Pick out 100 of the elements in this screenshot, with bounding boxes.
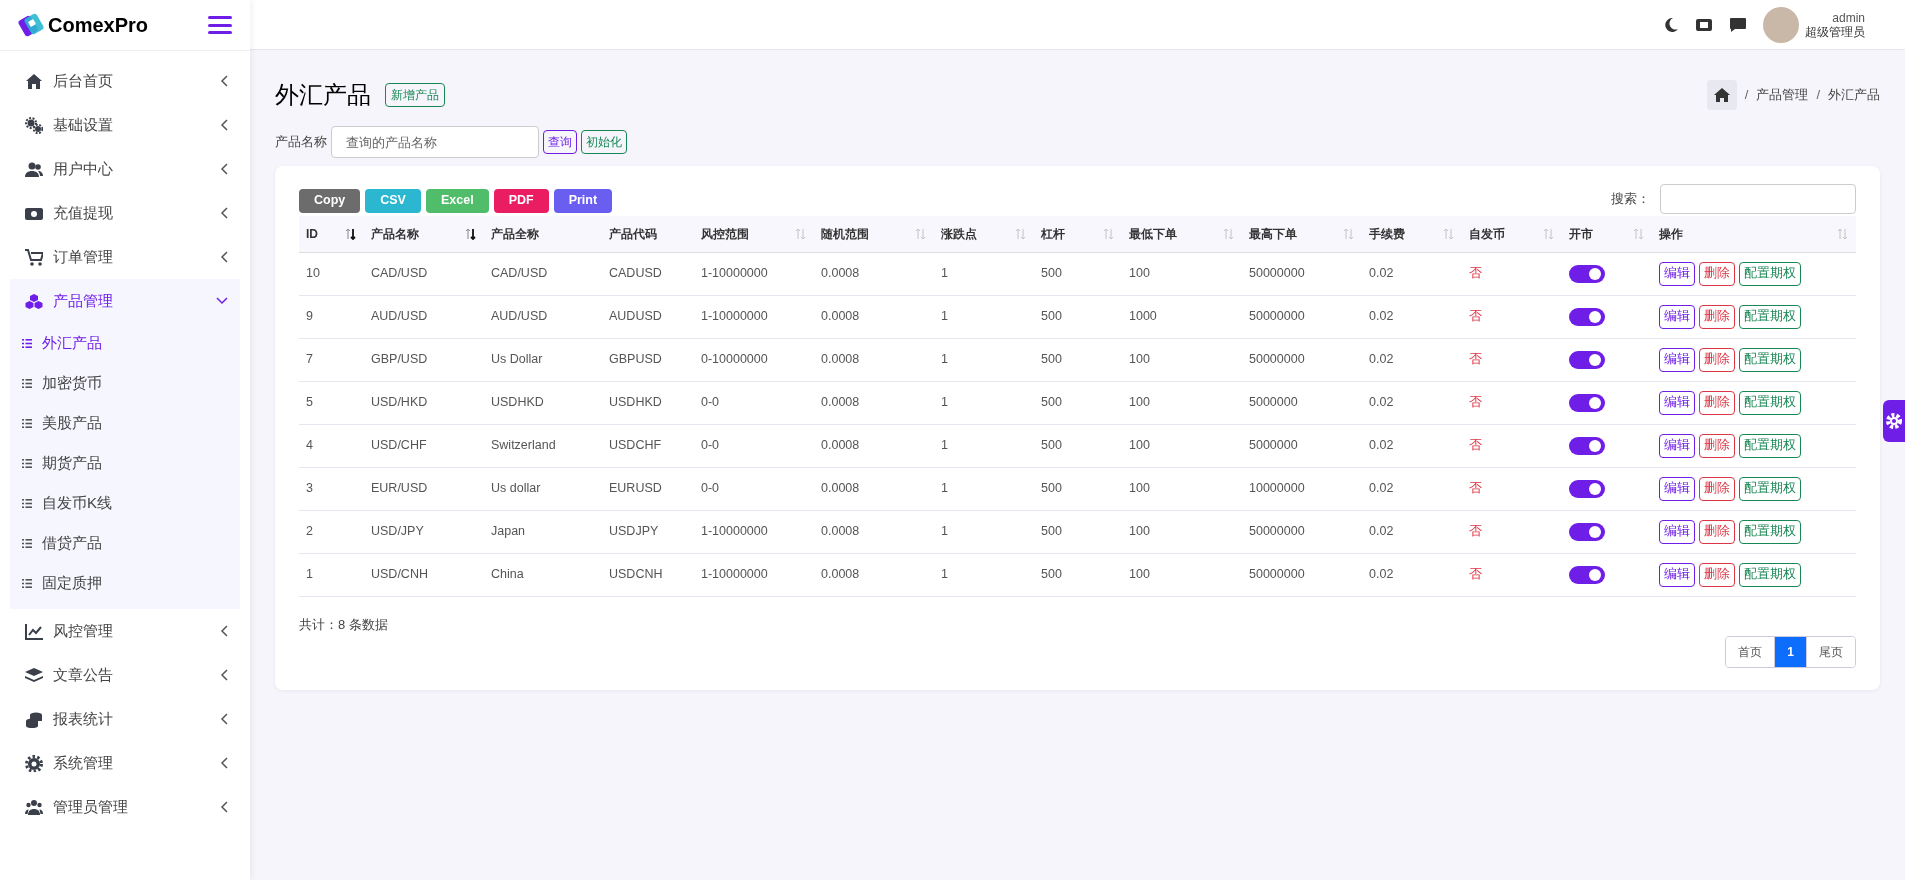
sidebar-item[interactable]: 充值提现 bbox=[10, 191, 240, 235]
delete-button[interactable]: 删除 bbox=[1699, 347, 1735, 372]
edit-button[interactable]: 编辑 bbox=[1659, 476, 1695, 501]
sidebar-subitem[interactable]: 加密货币 bbox=[10, 363, 240, 403]
menu-icon[interactable] bbox=[208, 14, 232, 36]
table-cell: 否 bbox=[1469, 309, 1482, 324]
column-header[interactable]: 操作 bbox=[1659, 224, 1683, 243]
delete-button[interactable]: 删除 bbox=[1699, 562, 1735, 587]
table-cell: 0.02 bbox=[1369, 524, 1394, 539]
sidebar-subitem[interactable]: 外汇产品 bbox=[10, 323, 240, 363]
sort-icon[interactable] bbox=[345, 227, 356, 240]
market-toggle[interactable] bbox=[1569, 565, 1605, 584]
sidebar-subitem[interactable]: 自发币K线 bbox=[10, 483, 240, 523]
page-button[interactable]: 1 bbox=[1774, 637, 1806, 667]
sidebar-item[interactable]: 后台首页 bbox=[10, 59, 240, 103]
breadcrumb-item[interactable]: 产品管理 bbox=[1756, 85, 1809, 105]
sort-icon[interactable] bbox=[465, 227, 476, 240]
table-cell: 50000000 bbox=[1249, 524, 1305, 539]
column-header[interactable]: 随机范围 bbox=[821, 224, 869, 243]
configure-options-button[interactable]: 配置期权 bbox=[1739, 519, 1801, 544]
configure-options-button[interactable]: 配置期权 bbox=[1739, 390, 1801, 415]
sidebar-subitem[interactable]: 期货产品 bbox=[10, 443, 240, 483]
table-cell: 1-10000000 bbox=[701, 266, 768, 281]
moon-icon[interactable] bbox=[1663, 16, 1679, 33]
column-header[interactable]: 涨跌点 bbox=[941, 224, 977, 243]
delete-button[interactable]: 删除 bbox=[1699, 261, 1735, 286]
sidebar-item[interactable]: 文章公告 bbox=[10, 653, 240, 697]
sidebar-item[interactable]: 用户中心 bbox=[10, 147, 240, 191]
column-header[interactable]: 产品名称 bbox=[371, 224, 419, 243]
list-icon bbox=[22, 498, 32, 508]
delete-button[interactable]: 删除 bbox=[1699, 433, 1735, 458]
market-toggle[interactable] bbox=[1569, 393, 1605, 412]
configure-options-button[interactable]: 配置期权 bbox=[1739, 261, 1801, 286]
fullscreen-icon[interactable] bbox=[1695, 16, 1713, 33]
export-button[interactable]: PDF bbox=[493, 188, 549, 213]
sidebar-item[interactable]: 基础设置 bbox=[10, 103, 240, 147]
edit-button[interactable]: 编辑 bbox=[1659, 261, 1695, 286]
edit-button[interactable]: 编辑 bbox=[1659, 347, 1695, 372]
table-cell: 50000000 bbox=[1249, 266, 1305, 281]
table-cell: 500 bbox=[1041, 266, 1062, 281]
delete-button[interactable]: 删除 bbox=[1699, 476, 1735, 501]
sidebar-item[interactable]: 产品管理 bbox=[10, 279, 240, 323]
sidebar-item[interactable]: 报表统计 bbox=[10, 697, 240, 741]
home-icon[interactable] bbox=[1706, 80, 1737, 110]
market-toggle[interactable] bbox=[1569, 522, 1605, 541]
delete-button[interactable]: 删除 bbox=[1699, 519, 1735, 544]
sidebar-item[interactable]: 系统管理 bbox=[10, 741, 240, 785]
column-header[interactable]: 自发币 bbox=[1469, 224, 1505, 243]
product-name-field[interactable]: 查询的产品名称 bbox=[331, 126, 539, 158]
edit-button[interactable]: 编辑 bbox=[1659, 304, 1695, 329]
table-cell: 0-10000000 bbox=[701, 352, 768, 367]
column-header[interactable]: 手续费 bbox=[1369, 224, 1405, 243]
market-toggle[interactable] bbox=[1569, 436, 1605, 455]
table-cell: 50000000 bbox=[1249, 352, 1305, 367]
users-icon bbox=[25, 798, 43, 816]
market-toggle[interactable] bbox=[1569, 350, 1605, 369]
search-button[interactable]: 查询 bbox=[543, 130, 577, 154]
market-toggle[interactable] bbox=[1569, 307, 1605, 326]
delete-button[interactable]: 删除 bbox=[1699, 390, 1735, 415]
configure-options-button[interactable]: 配置期权 bbox=[1739, 347, 1801, 372]
column-header[interactable]: ID bbox=[306, 224, 318, 243]
column-header[interactable]: 开市 bbox=[1569, 224, 1593, 243]
sidebar-item[interactable]: 管理员管理 bbox=[10, 785, 240, 829]
table-search-field[interactable] bbox=[1660, 184, 1856, 214]
export-button[interactable]: Copy bbox=[299, 188, 361, 213]
configure-options-button[interactable]: 配置期权 bbox=[1739, 304, 1801, 329]
table-cell: 10000000 bbox=[1249, 481, 1305, 496]
sidebar-subitem[interactable]: 借贷产品 bbox=[10, 523, 240, 563]
column-header[interactable]: 风控范围 bbox=[701, 224, 749, 243]
configure-options-button[interactable]: 配置期权 bbox=[1739, 562, 1801, 587]
column-header[interactable]: 最高下单 bbox=[1249, 224, 1297, 243]
settings-button[interactable] bbox=[1883, 400, 1905, 442]
delete-button[interactable]: 删除 bbox=[1699, 304, 1735, 329]
table-cell: 否 bbox=[1469, 438, 1482, 453]
market-toggle[interactable] bbox=[1569, 264, 1605, 283]
sidebar-item[interactable]: 风控管理 bbox=[10, 609, 240, 653]
edit-button[interactable]: 编辑 bbox=[1659, 562, 1695, 587]
edit-button[interactable]: 编辑 bbox=[1659, 519, 1695, 544]
configure-options-button[interactable]: 配置期权 bbox=[1739, 476, 1801, 501]
chat-icon[interactable] bbox=[1729, 16, 1747, 33]
table-cell: 500 bbox=[1041, 438, 1062, 453]
add-product-button[interactable]: 新增产品 bbox=[385, 83, 445, 107]
table-cell: 7 bbox=[306, 352, 313, 367]
column-header[interactable]: 杠杆 bbox=[1041, 224, 1065, 243]
export-button[interactable]: Print bbox=[553, 188, 613, 213]
table-cell: 1 bbox=[941, 481, 948, 496]
market-toggle[interactable] bbox=[1569, 479, 1605, 498]
table-cell: USD/JPY bbox=[371, 524, 424, 539]
sidebar-subitem[interactable]: 美股产品 bbox=[10, 403, 240, 443]
page-button[interactable]: 尾页 bbox=[1806, 637, 1855, 667]
line-chart-icon bbox=[25, 622, 43, 640]
edit-button[interactable]: 编辑 bbox=[1659, 390, 1695, 415]
sidebar-item[interactable]: 订单管理 bbox=[10, 235, 240, 279]
configure-options-button[interactable]: 配置期权 bbox=[1739, 433, 1801, 458]
edit-button[interactable]: 编辑 bbox=[1659, 433, 1695, 458]
reset-button[interactable]: 初始化 bbox=[581, 130, 627, 154]
column-header[interactable]: 最低下单 bbox=[1129, 224, 1177, 243]
table-cell: 0-0 bbox=[701, 481, 720, 496]
sidebar-subitem[interactable]: 固定质押 bbox=[10, 563, 240, 603]
table-cell: 0.0008 bbox=[821, 524, 860, 539]
